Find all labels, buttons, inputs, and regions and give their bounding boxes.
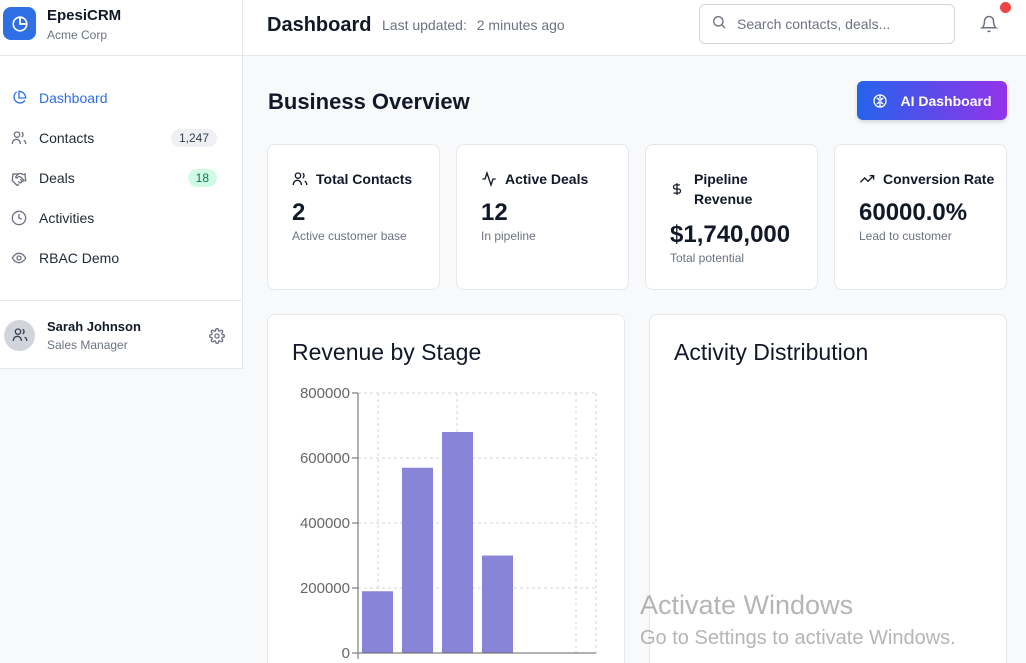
search-input[interactable] [737,16,947,32]
last-updated: Last updated: 2 minutes ago [382,17,565,33]
search-icon [711,14,727,35]
sidebar-nav: Dashboard Contacts 1,247 Deals 18 Activi… [0,56,242,278]
top-header: Dashboard Last updated: 2 minutes ago [243,0,1026,56]
y-tick-label: 200000 [300,580,350,597]
logo-icon[interactable] [3,7,36,40]
user-profile[interactable]: Sarah Johnson Sales Manager [0,300,242,369]
eye-icon [11,250,27,266]
bell-icon[interactable] [979,14,999,39]
stat-label: Total Contacts [316,171,413,187]
sidebar: EpesiCRM Acme Corp Dashboard Contacts 1,… [0,0,243,369]
user-role: Sales Manager [47,337,128,352]
gear-icon[interactable] [209,328,225,349]
last-updated-value: 2 minutes ago [476,17,565,33]
stat-card-total-contacts: Total Contacts 2 Active customer base [267,144,440,290]
stat-value: $1,740,000 [670,221,791,248]
sidebar-item-rbac-demo[interactable]: RBAC Demo [0,238,242,278]
stat-value: 2 [292,199,306,226]
stat-value: 12 [481,199,508,226]
stat-subtext: Active customer base [292,229,407,243]
deals-count-badge: 18 [187,169,217,187]
section-title: Business Overview [268,89,470,114]
clock-icon [11,210,27,226]
users-icon [292,169,308,189]
bar [362,591,393,653]
page-title: Dashboard [267,14,372,36]
sidebar-item-dashboard[interactable]: Dashboard [0,78,242,118]
stat-card-pipeline-revenue: Pipeline Revenue $1,740,000 Total potent… [645,144,818,290]
sidebar-item-activities[interactable]: Activities [0,198,242,238]
y-tick-label: 0 [342,645,350,662]
trending-up-icon [859,169,875,189]
dollar-icon [670,169,686,209]
users-icon [11,130,27,146]
sidebar-item-label: Activities [39,210,95,226]
avatar [4,319,35,351]
sidebar-item-label: RBAC Demo [39,250,120,266]
bar [442,432,473,653]
y-tick-label: 800000 [300,385,350,402]
stat-subtext: Total potential [670,251,745,265]
revenue-bar-chart: 0 200000 400000 600000 800000 [300,385,597,662]
ai-dashboard-label: AI Dashboard [900,92,992,109]
sidebar-item-label: Contacts [39,130,95,146]
y-tick-label: 600000 [300,450,350,467]
revenue-by-stage-panel: Revenue by Stage 0 200000 400000 600000 8000… [267,314,625,663]
bar [402,467,433,653]
contacts-count-badge: 1,247 [170,129,217,147]
y-tick-label: 400000 [300,515,350,532]
stat-label: Conversion Rate [883,171,995,187]
stat-label: Active Deals [505,171,589,187]
activity-distribution-panel: Activity Distribution [649,314,1007,663]
sidebar-item-label: Dashboard [39,90,108,106]
org-name: Acme Corp [47,27,108,42]
brain-icon [873,93,888,108]
panel-title: Activity Distribution [674,339,869,365]
notification-dot [1000,2,1011,13]
pie-chart-icon [11,90,27,106]
user-name: Sarah Johnson [47,318,141,334]
stat-subtext: In pipeline [481,229,536,243]
sidebar-item-contacts[interactable]: Contacts 1,247 [0,118,242,158]
app-name: EpesiCRM [47,6,122,24]
sidebar-item-label: Deals [39,170,75,186]
search-box[interactable] [699,4,955,44]
brand: EpesiCRM Acme Corp [0,0,242,56]
last-updated-label: Last updated: [382,17,467,33]
handshake-icon [11,170,27,186]
stat-value: 60000.0% [859,199,968,226]
activity-icon [481,169,497,189]
ai-dashboard-button[interactable]: AI Dashboard [857,81,1007,120]
stat-label: Pipeline Revenue [694,171,753,207]
stat-card-active-deals: Active Deals 12 In pipeline [456,144,629,290]
sidebar-item-deals[interactable]: Deals 18 [0,158,242,198]
stat-card-conversion-rate: Conversion Rate 60000.0% Lead to custome… [834,144,1007,290]
bar [482,555,513,653]
stat-subtext: Lead to customer [859,229,952,243]
